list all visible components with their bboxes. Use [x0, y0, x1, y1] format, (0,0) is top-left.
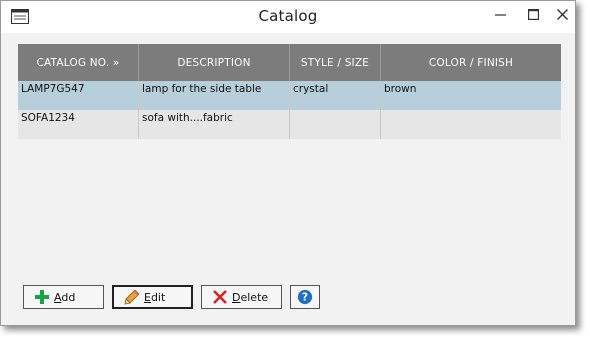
cell-color-finish[interactable]: brown	[381, 81, 561, 110]
cell-description[interactable]: lamp for the side table	[139, 81, 290, 110]
plus-icon	[34, 289, 50, 305]
svg-text:?: ?	[302, 291, 308, 304]
minimize-icon	[494, 9, 506, 24]
grid-header: CATALOG NO. » DESCRIPTION STYLE / SIZE C…	[18, 44, 561, 81]
column-header-color-finish[interactable]: COLOR / FINISH	[381, 44, 561, 81]
delete-label: Delete	[232, 290, 269, 304]
column-header-description[interactable]: DESCRIPTION	[139, 44, 290, 81]
cell-style-size[interactable]: crystal	[290, 81, 381, 110]
catalog-grid: CATALOG NO. » DESCRIPTION STYLE / SIZE C…	[18, 44, 561, 139]
cell-color-finish[interactable]	[381, 110, 561, 139]
cell-catalog-no[interactable]: LAMP7G547	[18, 81, 139, 110]
delete-button[interactable]: Delete	[201, 285, 282, 309]
close-button[interactable]	[551, 5, 573, 27]
table-row[interactable]: SOFA1234 sofa with....fabric	[18, 110, 561, 139]
cell-description[interactable]: sofa with....fabric	[139, 110, 290, 139]
x-icon	[212, 289, 228, 305]
maximize-button[interactable]	[522, 5, 544, 27]
add-button[interactable]: Add	[23, 285, 104, 309]
help-button[interactable]: ?	[290, 285, 320, 309]
cell-style-size[interactable]	[290, 110, 381, 139]
edit-label: Edit	[144, 290, 166, 304]
add-label: Add	[54, 290, 76, 304]
maximize-icon	[527, 8, 539, 24]
minimize-button[interactable]	[489, 5, 511, 27]
cell-catalog-no[interactable]: SOFA1234	[18, 110, 139, 139]
edit-button[interactable]: Edit	[112, 285, 193, 309]
column-header-style-size[interactable]: STYLE / SIZE	[290, 44, 381, 81]
close-icon	[556, 8, 568, 24]
catalog-window: Catalog CATALOG NO. » DESCRIPTION STYLE …	[0, 0, 576, 326]
pencil-icon	[124, 289, 140, 305]
title-bar: Catalog	[1, 1, 575, 33]
question-icon: ?	[297, 289, 313, 305]
column-header-catalog-no[interactable]: CATALOG NO. »	[18, 44, 139, 81]
table-row[interactable]: LAMP7G547 lamp for the side table crysta…	[18, 81, 561, 110]
